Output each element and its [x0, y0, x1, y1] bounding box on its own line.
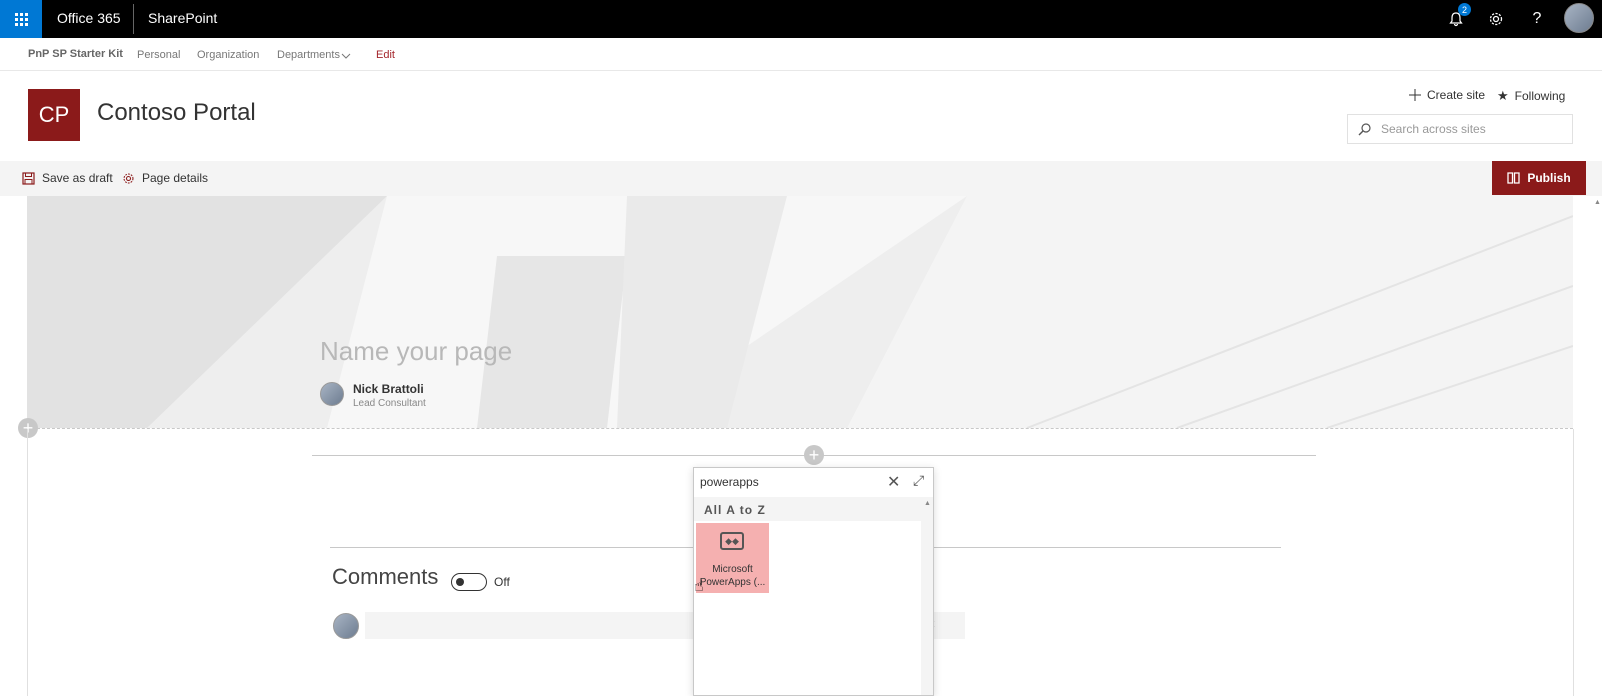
hub-link-organization[interactable]: Organization [197, 49, 259, 61]
following-label: Following [1514, 89, 1566, 103]
create-site-button[interactable]: Create site [1409, 88, 1485, 102]
author-name[interactable]: Nick Brattoli [353, 382, 424, 396]
page-details-button[interactable]: Page details [122, 171, 208, 185]
webpart-item-label: Microsoft PowerApps (... [696, 563, 769, 589]
comments-heading: Comments [332, 564, 439, 589]
site-header: CP Contoso Portal Create site ★ Followin… [0, 71, 1602, 161]
powerapps-icon: ◆◆ [720, 532, 744, 550]
gear-icon [123, 173, 134, 183]
scroll-up-icon[interactable]: ▲ [1594, 199, 1601, 206]
close-icon[interactable]: ✕ [887, 472, 900, 492]
search-input[interactable]: Search across sites [1347, 114, 1573, 144]
comments-toggle-state: Off [494, 575, 510, 589]
author-avatar [320, 382, 344, 406]
comments-toggle[interactable] [451, 573, 487, 591]
hub-link-departments[interactable]: Departments [277, 49, 340, 61]
toggle-knob [456, 578, 464, 586]
site-title[interactable]: Contoso Portal [97, 99, 256, 127]
publish-button[interactable]: Publish [1492, 161, 1586, 195]
hub-edit-link[interactable]: Edit [376, 49, 395, 61]
help-icon: ? [1532, 10, 1542, 27]
commenter-avatar [333, 613, 359, 639]
section-divider [27, 428, 1573, 429]
author-role: Lead Consultant [353, 398, 426, 409]
save-icon [22, 171, 35, 185]
canvas-right-border [1573, 429, 1574, 696]
scroll-up-icon[interactable]: ▲ [924, 500, 931, 507]
page-title-input[interactable]: Name your page [320, 336, 512, 367]
settings-button[interactable] [1477, 0, 1515, 38]
webpart-item-powerapps[interactable]: ◆◆ Microsoft PowerApps (... [696, 523, 769, 593]
waffle-icon [14, 12, 28, 26]
book-icon [1507, 172, 1520, 184]
title-region-background [27, 196, 1573, 428]
app-name-link[interactable]: SharePoint [148, 10, 217, 26]
user-avatar[interactable] [1564, 3, 1594, 33]
create-site-label: Create site [1427, 88, 1486, 102]
hub-site-title[interactable]: PnP SP Starter Kit [28, 48, 123, 60]
star-icon: ★ [1497, 88, 1509, 103]
save-draft-button[interactable]: Save as draft [22, 171, 113, 185]
toolbox-scrollbar[interactable] [921, 521, 933, 695]
webpart-toolbox: powerapps ✕ ⤢ All A to Z ▲ ◆◆ Microsoft … [693, 467, 934, 696]
gear-icon [1489, 12, 1503, 26]
chevron-down-icon[interactable] [341, 53, 351, 59]
plus-icon: + [808, 445, 820, 465]
expand-icon[interactable]: ⤢ [913, 472, 924, 489]
hub-link-personal[interactable]: Personal [137, 49, 180, 61]
toolbox-search-input[interactable]: powerapps [700, 475, 759, 489]
command-bar: Save as draft Page details Publish [0, 161, 1602, 196]
page-scrollbar[interactable] [1590, 196, 1602, 696]
app-launcher-button[interactable] [0, 0, 42, 38]
add-section-button[interactable]: + [18, 418, 38, 438]
hand-cursor-icon: ☝ [694, 578, 704, 595]
suite-bar: Office 365 SharePoint 2 ? [0, 0, 1602, 38]
webpart-item-label-line1: Microsoft [712, 564, 753, 575]
add-webpart-button[interactable]: + [804, 445, 824, 465]
save-draft-label: Save as draft [42, 171, 113, 185]
toolbox-section-label: All A to Z [704, 503, 766, 517]
page-details-label: Page details [142, 171, 209, 185]
hero-background-image [27, 196, 1573, 428]
notifications-button[interactable]: 2 [1437, 0, 1475, 38]
notification-count-badge: 2 [1458, 3, 1471, 16]
suite-divider [133, 4, 134, 34]
office-brand-link[interactable]: Office 365 [57, 10, 121, 26]
toolbox-section-header: All A to Z ▲ [694, 497, 933, 521]
site-logo[interactable]: CP [28, 89, 80, 141]
canvas-left-border [27, 429, 28, 696]
hub-navigation: PnP SP Starter Kit Personal Organization… [0, 38, 1602, 71]
following-button[interactable]: ★ Following [1497, 88, 1565, 104]
plus-icon [1409, 89, 1421, 101]
help-button[interactable]: ? [1518, 0, 1556, 38]
publish-label: Publish [1527, 171, 1571, 185]
search-placeholder: Search across sites [1381, 122, 1486, 136]
webpart-item-label-line2: PowerApps (... [699, 577, 766, 588]
search-icon [1358, 122, 1371, 135]
